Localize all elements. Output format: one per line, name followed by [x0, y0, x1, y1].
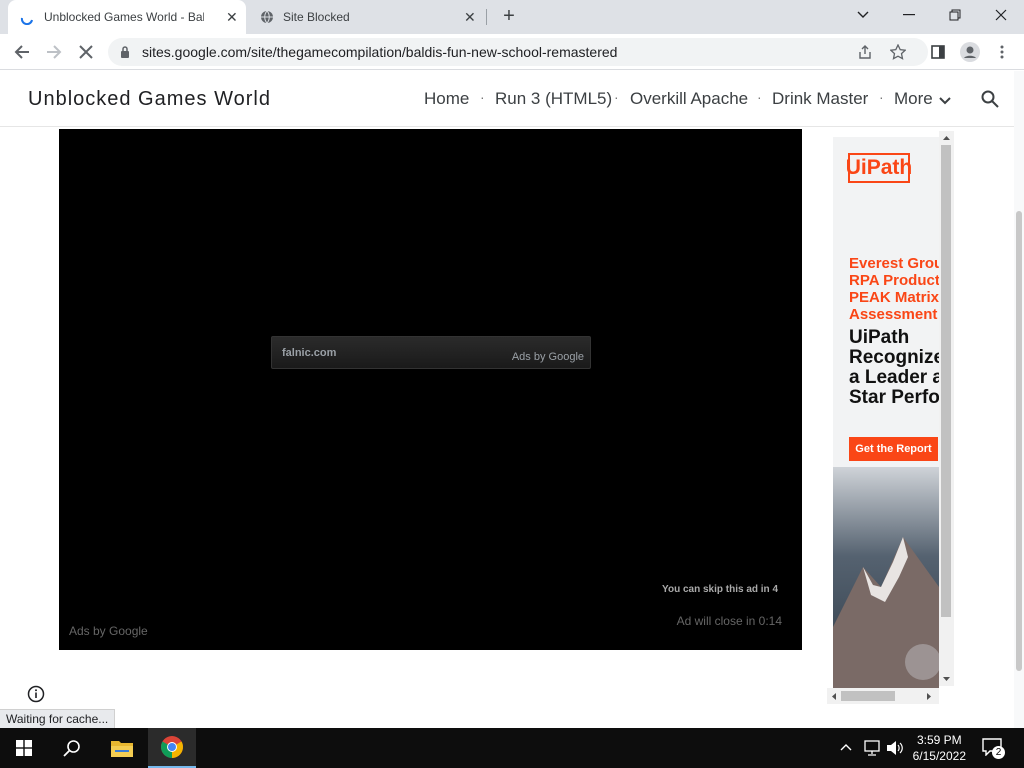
status-bar: Waiting for cache... — [0, 709, 116, 728]
ad-domain[interactable]: falnic.com — [282, 347, 336, 359]
nav-home[interactable]: Home — [424, 89, 469, 109]
scroll-right-arrow-icon[interactable] — [927, 693, 932, 700]
stop-loading-icon[interactable] — [72, 38, 100, 66]
tab-divider — [486, 9, 487, 25]
ad-vertical-scrollbar[interactable] — [939, 131, 954, 686]
ad-bar[interactable]: falnic.com Ads by Google — [271, 336, 591, 369]
new-tab-icon[interactable]: + — [498, 5, 520, 27]
close-countdown: Ad will close in 0:14 — [676, 614, 782, 628]
nav-separator: · — [879, 89, 884, 105]
get-report-button[interactable]: Get the Report — [849, 437, 938, 461]
ad-scroll-thumb[interactable] — [941, 145, 951, 617]
site-title[interactable]: Unblocked Games World — [28, 88, 271, 111]
page-scrollbar[interactable] — [1014, 71, 1024, 728]
uipath-logo: UiPath — [846, 153, 912, 183]
skip-countdown: You can skip this ad in 4 — [662, 584, 778, 595]
nav-separator: · — [480, 89, 485, 105]
video-ad-player[interactable]: falnic.com Ads by Google You can skip th… — [59, 129, 802, 650]
file-explorer-icon[interactable] — [98, 728, 146, 768]
info-icon[interactable] — [27, 685, 45, 703]
network-icon[interactable] — [863, 740, 881, 756]
tab-close-icon[interactable]: ✕ — [464, 9, 476, 26]
side-panel-icon[interactable] — [924, 38, 952, 66]
kebab-menu-icon[interactable] — [988, 38, 1016, 66]
windows-start-icon[interactable] — [0, 728, 48, 768]
nav-drink-master[interactable]: Drink Master — [772, 89, 868, 109]
mountain-image — [833, 467, 939, 690]
ad-hscroll-thumb[interactable] — [841, 691, 895, 701]
nav-more[interactable]: More — [894, 89, 933, 109]
profile-avatar-icon[interactable] — [956, 38, 984, 66]
scroll-left-arrow-icon[interactable] — [831, 693, 836, 700]
scroll-up-arrow-icon[interactable] — [943, 135, 950, 140]
scroll-down-arrow-icon[interactable] — [943, 677, 950, 682]
loading-icon — [20, 17, 33, 25]
banner-subhead: UiPath Recognize a Leader ar Star Perfor — [849, 327, 939, 408]
tab-title: Unblocked Games World - Baldi's — [44, 10, 204, 24]
chevron-down-icon[interactable] — [939, 97, 951, 105]
browser-toolbar: sites.google.com/site/thegamecompilation… — [0, 34, 1024, 70]
tab-site-blocked[interactable]: Site Blocked ✕ — [250, 0, 486, 34]
forward-icon[interactable] — [40, 38, 68, 66]
search-icon[interactable] — [981, 90, 999, 108]
lock-icon[interactable] — [120, 46, 130, 58]
globe-icon — [261, 10, 273, 24]
banner-ad[interactable]: UiPath Everest Grou RPA Product PEAK Mat… — [833, 137, 939, 690]
ads-by-google-label: Ads by Google — [511, 351, 584, 363]
tab-title: Site Blocked — [283, 10, 350, 24]
nav-overkill-apache[interactable]: Overkill Apache — [630, 89, 748, 109]
tab-strip: Unblocked Games World - Baldi's ✕ Site B… — [0, 0, 1024, 34]
bookmark-star-icon[interactable] — [890, 44, 906, 60]
notification-count-badge: 2 — [992, 746, 1005, 759]
restore-icon[interactable] — [932, 0, 978, 30]
chrome-taskbar-icon[interactable] — [148, 728, 196, 768]
banner-headline: Everest Grou RPA Product PEAK Matrix Ass… — [849, 255, 939, 323]
nav-separator: · — [614, 89, 619, 105]
minimize-icon[interactable] — [886, 0, 932, 30]
tab-active[interactable]: Unblocked Games World - Baldi's ✕ — [8, 0, 246, 34]
web-page: Unblocked Games World Home · Run 3 (HTML… — [0, 71, 1024, 728]
clock-time: 3:59 PM — [916, 733, 962, 747]
tab-search-icon[interactable] — [840, 0, 886, 30]
nav-run3[interactable]: Run 3 (HTML5) — [495, 89, 612, 109]
page-scroll-thumb[interactable] — [1016, 211, 1022, 671]
close-window-icon[interactable] — [978, 0, 1024, 30]
tab-close-icon[interactable]: ✕ — [226, 9, 238, 26]
back-icon[interactable] — [8, 38, 36, 66]
system-clock[interactable]: 3:59 PM 6/15/2022 — [913, 732, 966, 764]
search-icon[interactable] — [48, 728, 96, 768]
action-center-icon[interactable]: 2 — [982, 738, 1005, 759]
clock-date: 6/15/2022 — [912, 749, 966, 763]
tray-chevron-up-icon[interactable] — [840, 743, 852, 751]
share-icon[interactable] — [858, 45, 872, 59]
ads-by-google-footer: Ads by Google — [69, 624, 148, 638]
url-text: sites.google.com/site/thegamecompilation… — [142, 44, 618, 60]
ad-horizontal-scrollbar[interactable] — [827, 688, 939, 704]
nav-separator: · — [757, 89, 762, 105]
site-header: Unblocked Games World Home · Run 3 (HTML… — [0, 71, 1014, 127]
volume-icon[interactable] — [886, 740, 904, 756]
address-bar[interactable]: sites.google.com/site/thegamecompilation… — [108, 38, 928, 66]
windows-taskbar: 3:59 PM 6/15/2022 2 — [0, 728, 1024, 768]
